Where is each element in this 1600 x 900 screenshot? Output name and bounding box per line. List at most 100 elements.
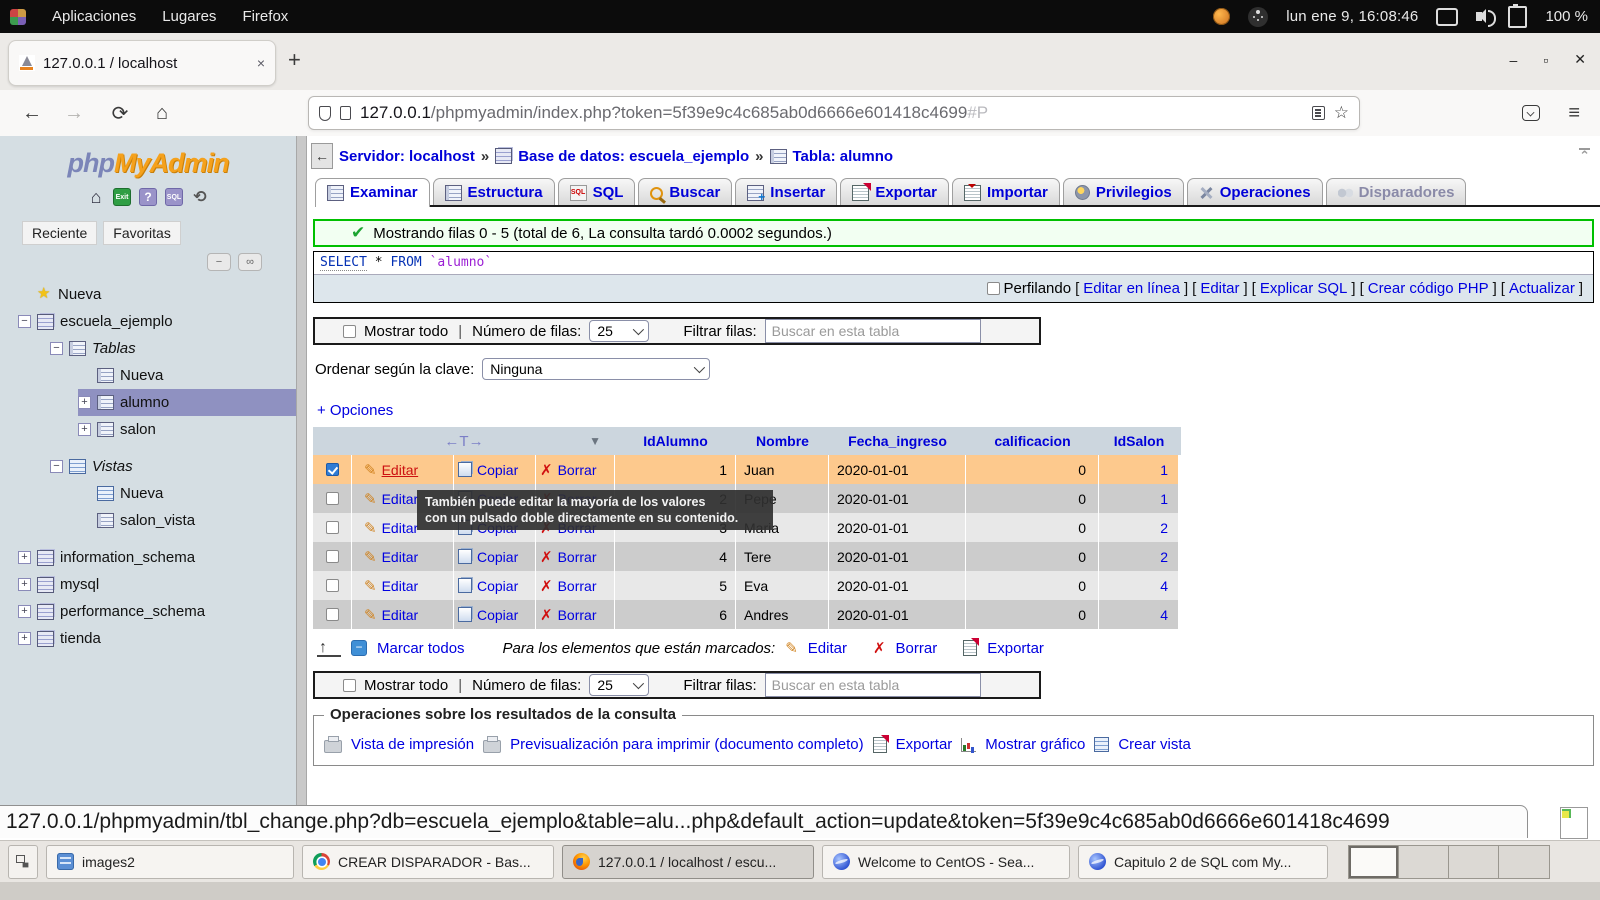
delete-link[interactable]: Borrar — [558, 549, 597, 565]
menu-lugares[interactable]: Lugares — [162, 8, 216, 25]
delete-link[interactable]: Borrar — [558, 607, 597, 623]
task-button-centos[interactable]: Welcome to CentOS - Sea... — [822, 845, 1070, 879]
page-info-icon[interactable] — [340, 106, 351, 120]
edit-link[interactable]: Editar — [382, 491, 419, 507]
accessibility-icon[interactable] — [1248, 7, 1268, 27]
show-all-checkbox[interactable] — [343, 325, 356, 338]
task-button-firefox[interactable]: 127.0.0.1 / localhost / escu... — [562, 845, 814, 879]
sidebar-tab-favoritas[interactable]: Favoritas — [103, 221, 181, 245]
cell-idsalon-link[interactable]: 2 — [1160, 549, 1168, 565]
help-icon[interactable]: ? — [139, 188, 157, 206]
browser-tab[interactable]: 127.0.0.1 / localhost × — [8, 40, 276, 86]
account-icon[interactable] — [1522, 105, 1540, 121]
task-button-capitulo[interactable]: Capitulo 2 de SQL com My... — [1078, 845, 1328, 879]
collapse-icon[interactable]: − — [18, 315, 31, 328]
edit-inline-link[interactable]: Editar en línea — [1083, 280, 1180, 297]
rows-count-select[interactable]: 25 — [589, 320, 649, 342]
edit-link[interactable]: Editar — [382, 578, 419, 594]
tab-insertar[interactable]: Insertar — [735, 178, 837, 205]
new-tab-button[interactable]: + — [288, 49, 301, 71]
workspace-4[interactable] — [1499, 846, 1549, 878]
expand-icon[interactable]: + — [78, 396, 91, 409]
breadcrumb-table[interactable]: Tabla: alumno — [793, 148, 894, 165]
filter-input[interactable] — [765, 319, 981, 343]
sort-caret-icon[interactable]: ▼ — [589, 434, 601, 448]
battery-icon[interactable] — [1508, 6, 1527, 28]
tab-privilegios[interactable]: Privilegios — [1063, 178, 1184, 205]
sql-query[interactable]: SELECT * FROM `alumno` — [314, 252, 1593, 274]
check-all-icon[interactable]: − — [351, 640, 367, 656]
copy-link[interactable]: Copiar — [477, 549, 518, 565]
tab-close-icon[interactable]: × — [257, 55, 265, 71]
row-checkbox[interactable] — [326, 550, 339, 563]
delete-selected-link[interactable]: Borrar — [896, 640, 938, 657]
tree-item-tienda[interactable]: +tienda — [18, 625, 296, 652]
hamburger-menu-icon[interactable]: ≡ — [1568, 102, 1580, 125]
collapse-icon[interactable]: − — [50, 342, 63, 355]
cell-idsalon-link[interactable]: 4 — [1160, 578, 1168, 594]
export-results-link[interactable]: Exportar — [896, 736, 953, 753]
home-button[interactable]: ⌂ — [144, 102, 180, 125]
tab-sql[interactable]: SQLSQL — [558, 178, 636, 205]
expand-icon[interactable]: + — [18, 605, 31, 618]
cell-idsalon-link[interactable]: 4 — [1160, 607, 1168, 623]
workspace-3[interactable] — [1449, 846, 1499, 878]
display-icon[interactable] — [1436, 8, 1458, 26]
query-window-icon[interactable]: SQL — [165, 188, 183, 206]
print-preview-link[interactable]: Previsualización para imprimir (document… — [510, 736, 863, 753]
bookmark-star-icon[interactable]: ☆ — [1334, 103, 1349, 123]
workspace-2[interactable] — [1399, 846, 1449, 878]
reload-navigation-icon[interactable]: ⟲ — [191, 188, 209, 206]
cell-idsalon-link[interactable]: 2 — [1160, 520, 1168, 536]
tree-item-salon-vista[interactable]: salon_vista — [78, 507, 296, 534]
options-toggle-link[interactable]: + Opciones — [317, 402, 393, 419]
column-header-fecha-ingreso[interactable]: Fecha_ingreso — [829, 433, 966, 449]
tree-item-alumno[interactable]: +alumno — [78, 389, 296, 416]
scroll-top-icon[interactable]: ⌃ — [1579, 148, 1590, 161]
task-button-chrome[interactable]: CREAR DISPARADOR - Bas... — [302, 845, 554, 879]
window-minimize-button[interactable]: – — [1510, 52, 1518, 68]
tracking-shield-icon[interactable] — [319, 106, 331, 121]
cell-idsalon-link[interactable]: 1 — [1160, 491, 1168, 507]
tree-item-information-schema[interactable]: +information_schema — [18, 544, 296, 571]
menu-firefox[interactable]: Firefox — [242, 8, 288, 25]
tree-item-mysql[interactable]: +mysql — [18, 571, 296, 598]
column-header-calificacion[interactable]: calificacion — [966, 433, 1099, 449]
nav-back-button[interactable]: ← — [311, 143, 333, 169]
tab-buscar[interactable]: Buscar — [638, 178, 732, 205]
sidebar-divider[interactable] — [296, 136, 307, 805]
create-php-link[interactable]: Crear código PHP — [1368, 280, 1489, 297]
tree-item-vistas[interactable]: −Vistas — [50, 453, 296, 480]
window-restore-button[interactable]: ▫ — [1543, 52, 1548, 68]
edit-link[interactable]: Editar — [382, 462, 419, 478]
column-header-nombre[interactable]: Nombre — [736, 433, 829, 449]
logout-icon[interactable]: Exit — [113, 188, 131, 206]
check-all-link[interactable]: Marcar todos — [377, 640, 465, 657]
column-drag-handle[interactable]: ←T→▼ — [313, 433, 615, 450]
expand-icon[interactable]: + — [18, 578, 31, 591]
sidebar-tab-reciente[interactable]: Reciente — [22, 221, 97, 245]
export-selected-link[interactable]: Exportar — [987, 640, 1044, 657]
edit-link[interactable]: Editar — [382, 549, 419, 565]
tree-item-new-table[interactable]: Nueva — [78, 362, 296, 389]
window-list-button[interactable] — [8, 845, 38, 879]
window-close-button[interactable]: ✕ — [1574, 51, 1586, 68]
tree-item-salon[interactable]: +salon — [78, 416, 296, 443]
breadcrumb-server[interactable]: Servidor: localhost — [339, 148, 475, 165]
tab-examinar[interactable]: Examinar — [315, 178, 430, 207]
volume-icon[interactable] — [1476, 12, 1482, 21]
url-bar[interactable]: 127.0.0.1/phpmyadmin/index.php?token=5f3… — [308, 96, 1360, 130]
cell-idsalon-link[interactable]: 1 — [1160, 462, 1168, 478]
edit-link[interactable]: Editar — [382, 607, 419, 623]
link-panel-button[interactable]: ∞ — [238, 253, 262, 271]
create-view-link[interactable]: Crear vista — [1118, 736, 1191, 753]
column-header-idsalon[interactable]: IdSalon — [1099, 433, 1179, 449]
copy-link[interactable]: Copiar — [477, 462, 518, 478]
nav-home-icon[interactable]: ⌂ — [87, 188, 105, 206]
reader-mode-icon[interactable] — [1312, 106, 1325, 120]
back-button[interactable]: ← — [14, 102, 50, 125]
workspace-1[interactable] — [1349, 846, 1399, 878]
reload-button[interactable]: ⟳ — [102, 101, 138, 126]
delete-link[interactable]: Borrar — [558, 462, 597, 478]
row-checkbox[interactable] — [326, 521, 339, 534]
